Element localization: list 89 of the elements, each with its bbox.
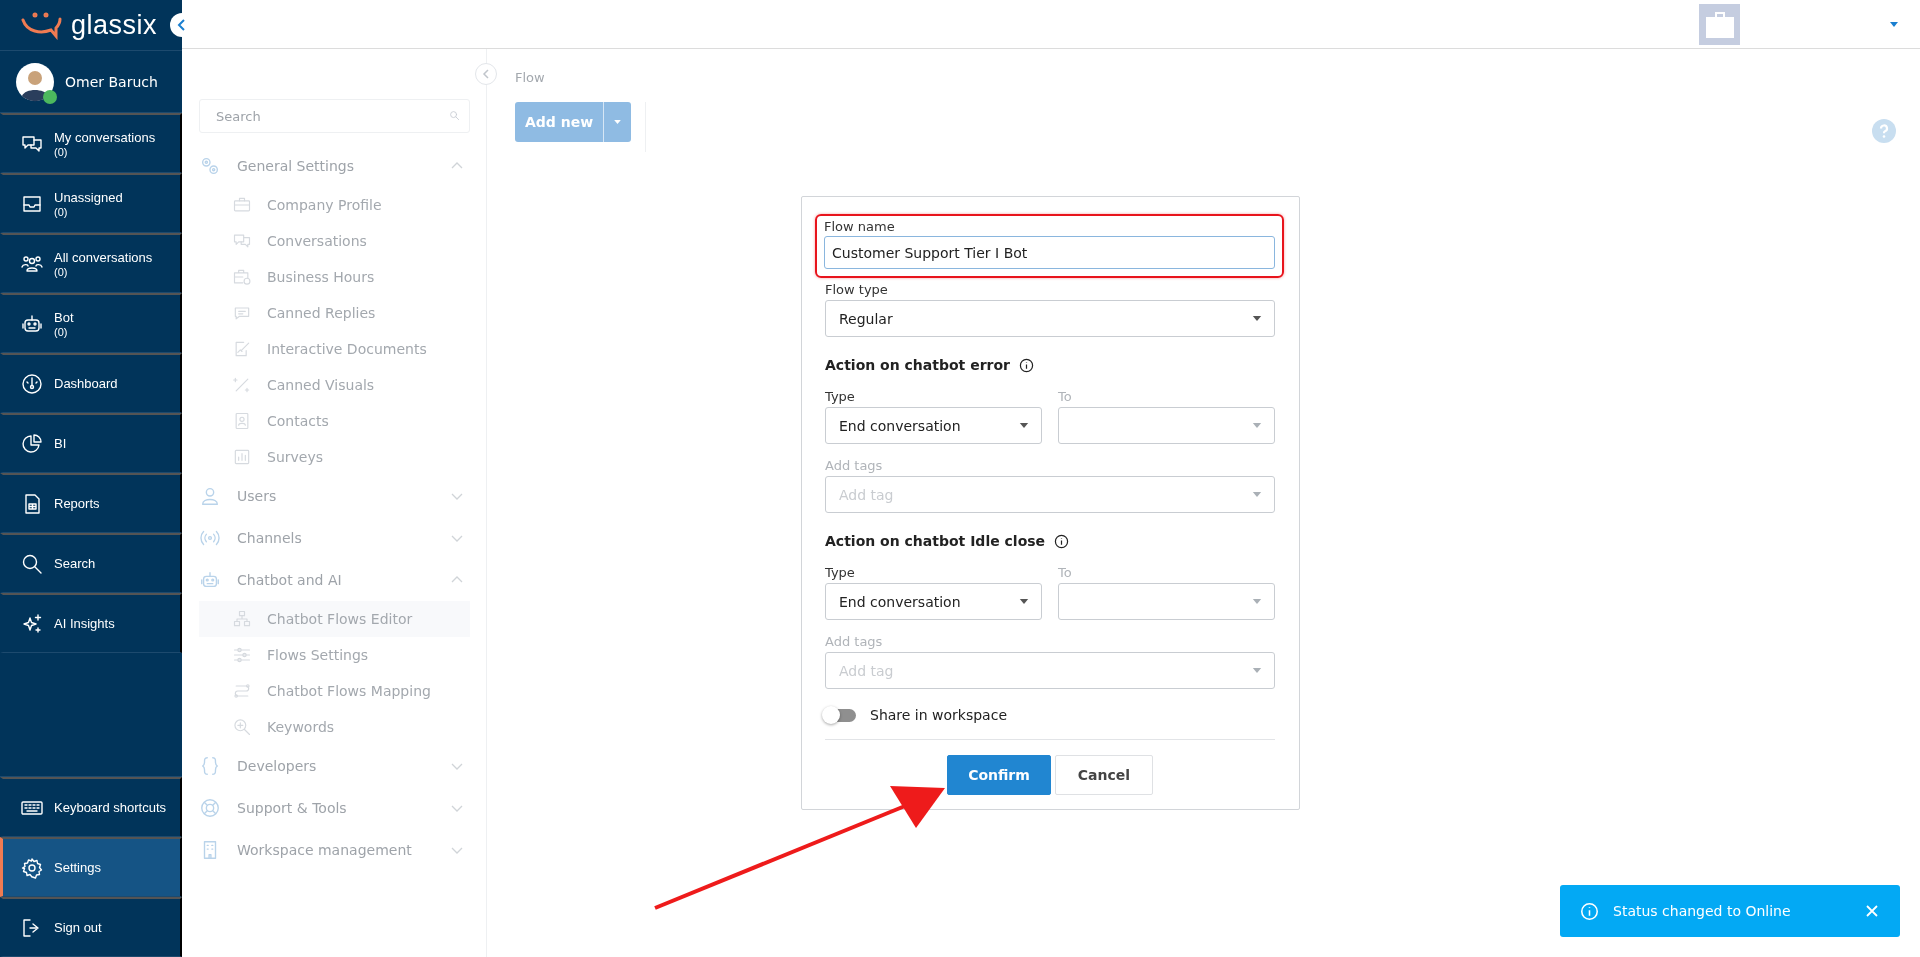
menu-group[interactable]: Developers	[199, 745, 470, 787]
nav-item[interactable]: BI	[0, 413, 182, 473]
menu-item[interactable]: Chatbot Flows Editor	[199, 601, 470, 637]
section-title: Action on chatbot Idle close	[825, 533, 1046, 549]
settings-icon	[20, 855, 44, 880]
caret-icon	[1019, 599, 1029, 604]
breadcrumb: Flow	[515, 70, 546, 87]
menu-item[interactable]: Chatbot Flows Mapping	[199, 673, 470, 709]
menu-group[interactable]: Support & Tools	[199, 787, 470, 829]
menu-item[interactable]: Contacts	[199, 403, 470, 439]
to-dropdown[interactable]	[1058, 407, 1275, 444]
info-icon	[1019, 357, 1034, 373]
caret-icon	[1252, 316, 1262, 321]
field-label: Add tags	[825, 633, 884, 650]
nav-item[interactable]: Reports	[0, 473, 182, 533]
nav-item[interactable]: Unassigned (0)	[0, 173, 182, 233]
user-name: Omer Baruch	[65, 73, 158, 90]
logo-text: glassix	[71, 9, 158, 41]
bar-chart-icon	[232, 447, 252, 467]
workspace-logo[interactable]	[1699, 3, 1740, 45]
search-icon	[449, 110, 460, 121]
nav-item[interactable]: Search	[0, 533, 182, 593]
nav-item[interactable]: All conversations (0)	[0, 233, 182, 293]
caret-icon	[1019, 423, 1029, 428]
caret-icon	[1890, 21, 1898, 27]
caret-icon	[1252, 668, 1262, 673]
share-toggle[interactable]	[822, 706, 858, 724]
nav-item[interactable]: Settings	[0, 837, 182, 897]
nav-item[interactable]: My conversations (0)	[0, 113, 182, 173]
pie-chart-icon	[20, 431, 44, 456]
sparkle-icon	[20, 611, 44, 636]
menu-item[interactable]: Business Hours	[199, 259, 470, 295]
logo-icon	[20, 10, 63, 40]
nav-item[interactable]: Dashboard	[0, 353, 182, 413]
menu-item[interactable]: Flows Settings	[199, 637, 470, 673]
sliders-icon	[232, 645, 252, 665]
caret-icon	[1252, 423, 1262, 428]
menu-item[interactable]: Interactive Documents	[199, 331, 470, 367]
search-field[interactable]: Search	[199, 99, 470, 133]
field-label: Add tags	[825, 457, 884, 474]
lifebuoy-icon	[199, 797, 221, 819]
confirm-button[interactable]: Confirm	[947, 755, 1051, 795]
field-label: Flow name	[824, 218, 896, 235]
menu-item[interactable]: Company Profile	[199, 187, 470, 223]
nav-item[interactable]: AI Insights	[0, 593, 182, 653]
caret-icon	[614, 120, 622, 124]
menu-group[interactable]: General Settings	[199, 145, 470, 187]
flow-type-dropdown[interactable]: Regular	[825, 300, 1275, 337]
briefcase-clock-icon	[232, 267, 252, 287]
avatar	[15, 61, 55, 102]
section-title: Action on chatbot error	[825, 357, 1010, 373]
type-dropdown[interactable]: End conversation	[825, 583, 1042, 620]
magic-wand-icon	[232, 375, 252, 395]
field-label: To	[1058, 388, 1073, 405]
toggle-label: Share in workspace	[870, 707, 1007, 723]
field-label: Type	[825, 564, 856, 581]
field-label: Flow type	[825, 281, 889, 298]
nav-item[interactable]: Sign out	[0, 897, 182, 957]
menu-group[interactable]: Workspace management	[199, 829, 470, 871]
route-icon	[232, 681, 252, 701]
info-icon	[1054, 533, 1070, 549]
field-label: To	[1058, 564, 1073, 581]
to-dropdown[interactable]	[1058, 583, 1275, 620]
menu-group[interactable]: Users	[199, 475, 470, 517]
cancel-button[interactable]: Cancel	[1054, 755, 1153, 795]
field-label: Type	[825, 388, 856, 405]
menu-item[interactable]: Canned Replies	[199, 295, 470, 331]
add-new-button[interactable]: Add new	[515, 102, 632, 142]
menu-item[interactable]: Surveys	[199, 439, 470, 475]
menu-item[interactable]: Conversations	[199, 223, 470, 259]
help-icon[interactable]	[1872, 119, 1896, 143]
caret-icon	[1252, 599, 1262, 604]
user-icon	[199, 485, 221, 507]
toast-message: Status changed to Online	[1613, 903, 1792, 919]
type-dropdown[interactable]: End conversation	[825, 407, 1042, 444]
menu-item[interactable]: Canned Visuals	[199, 367, 470, 403]
dashboard-icon	[20, 371, 44, 396]
menu-group[interactable]: Chatbot and AI	[199, 559, 470, 601]
nav-item[interactable]: Bot (0)	[0, 293, 182, 353]
info-icon	[1580, 901, 1599, 921]
chevron-icon	[480, 68, 492, 80]
menu-item[interactable]: Keywords	[199, 709, 470, 745]
flow-name-field[interactable]: Customer Support Tier I Bot	[824, 236, 1275, 269]
hierarchy-icon	[232, 609, 252, 629]
menu-group[interactable]: Channels	[199, 517, 470, 559]
caret-icon	[1252, 492, 1262, 497]
braces-icon	[199, 755, 221, 777]
zoom-in-icon	[232, 717, 252, 737]
close-button[interactable]	[1864, 903, 1880, 919]
